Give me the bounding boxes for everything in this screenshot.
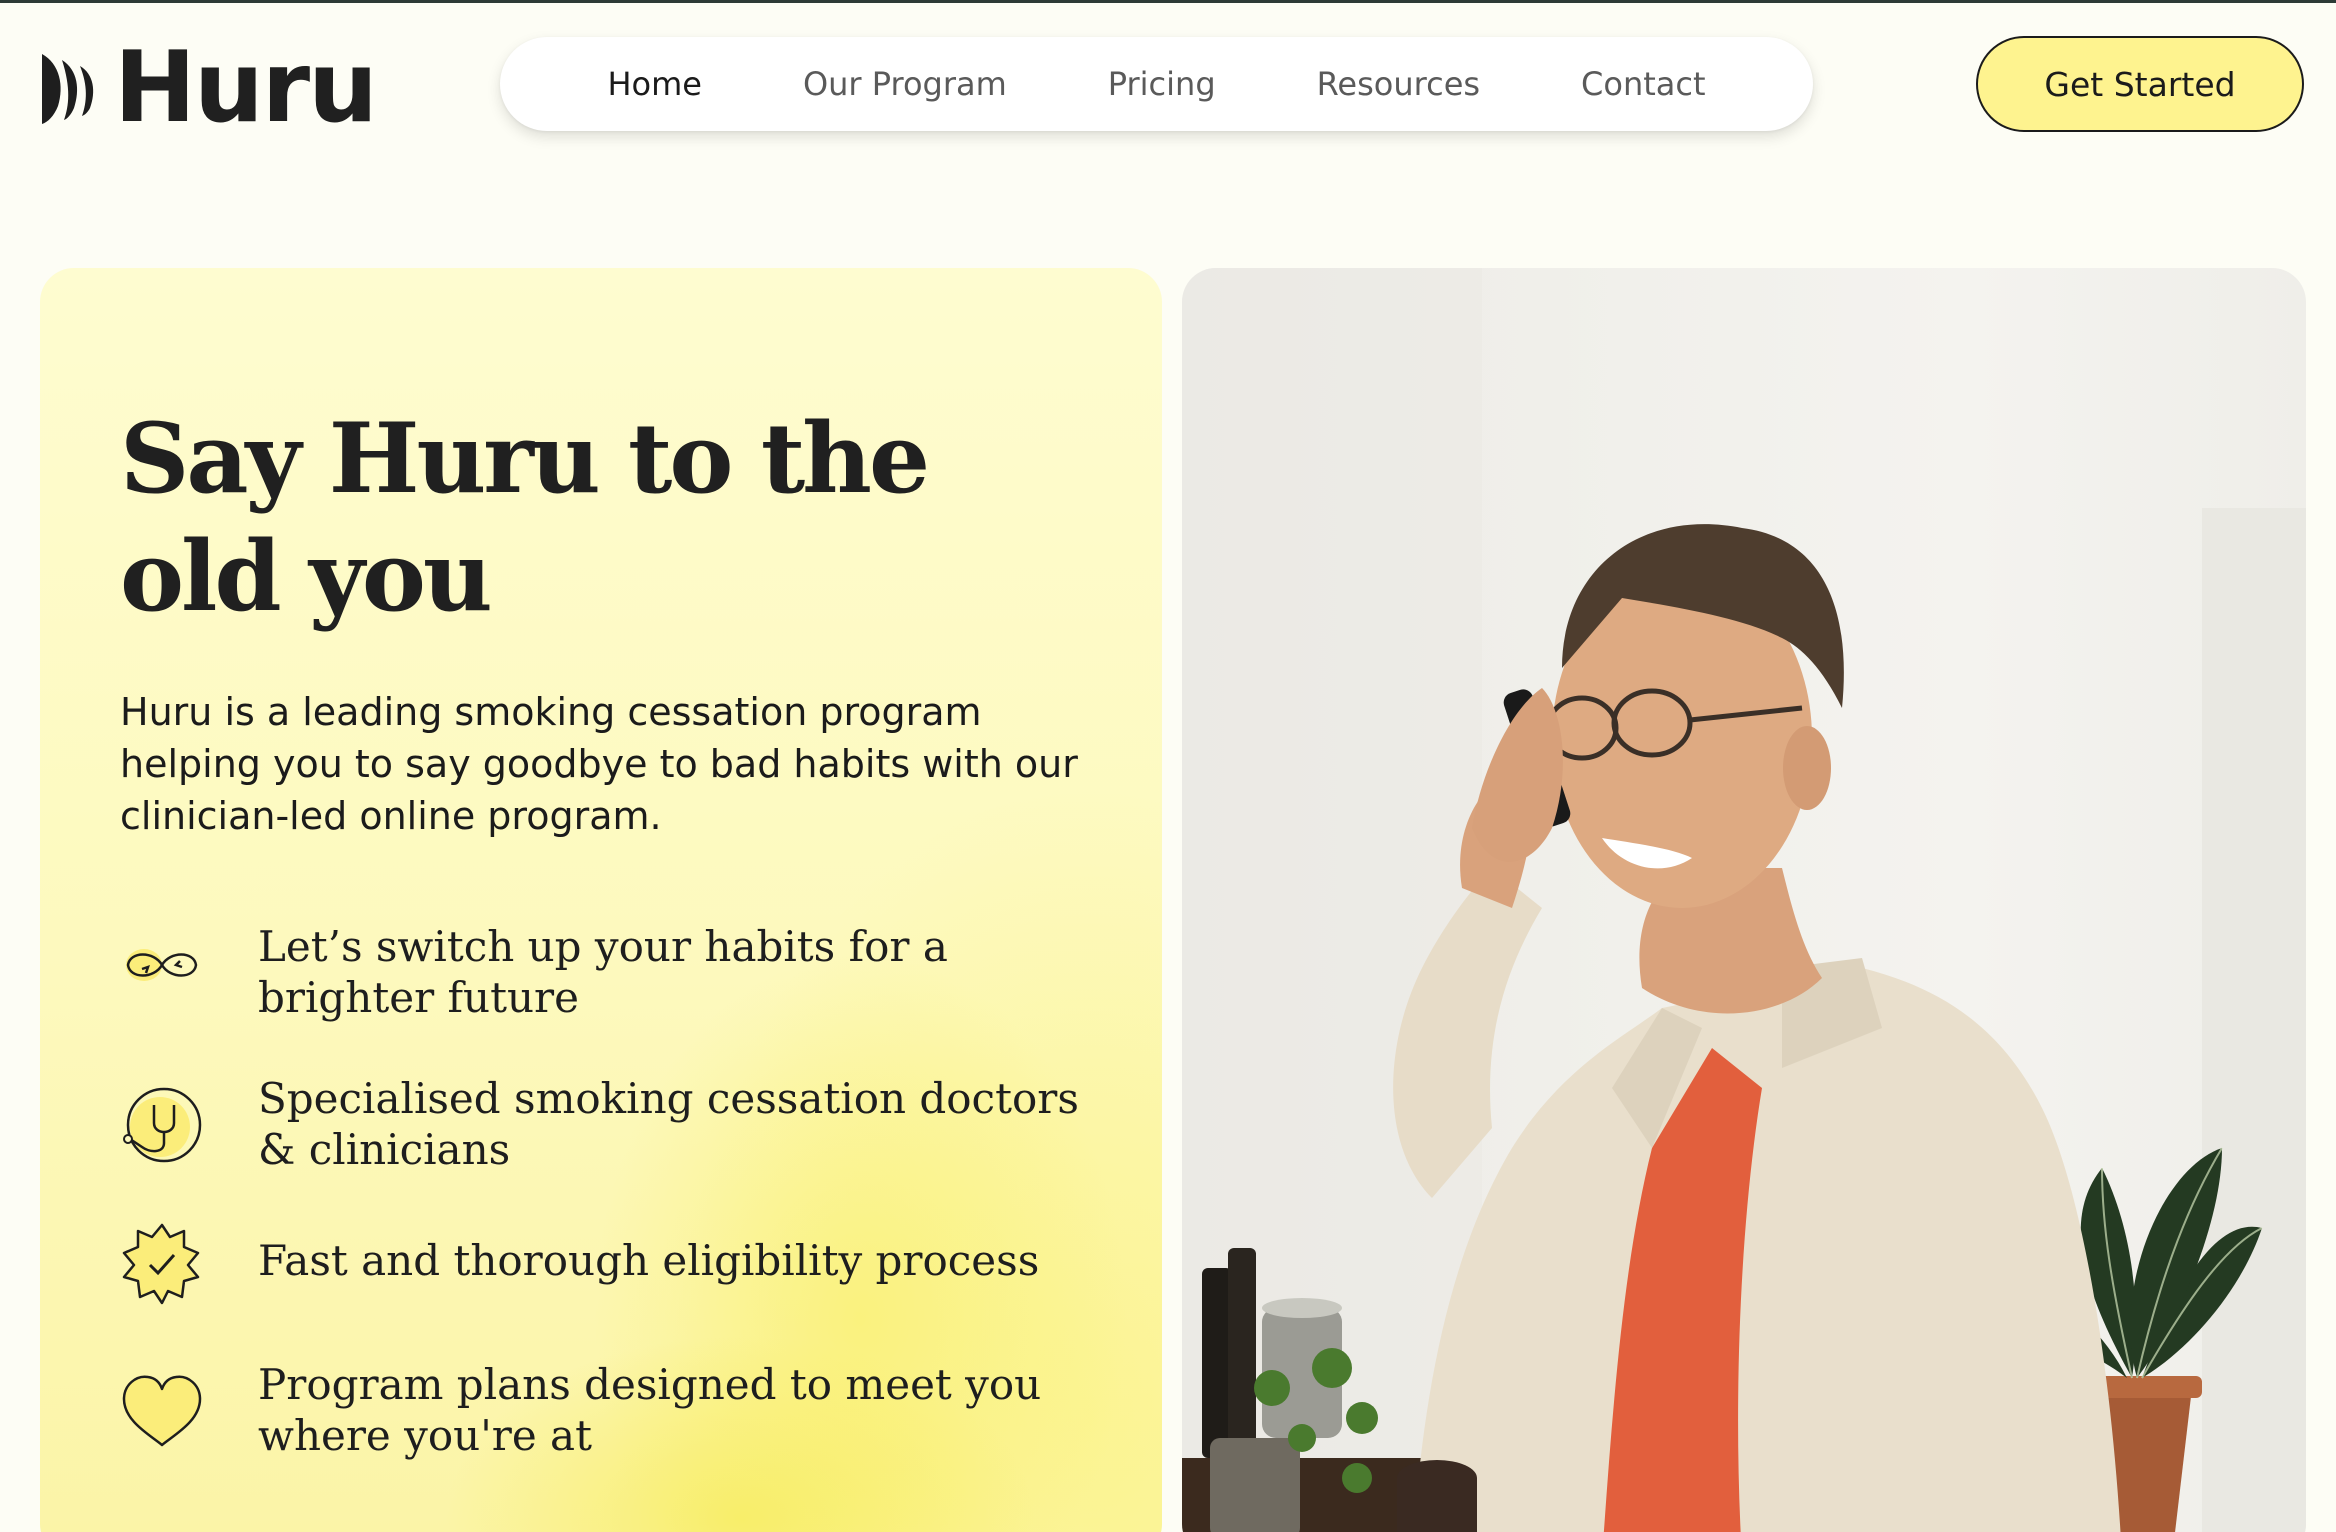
feature-text: Specialised smoking cessation doctors & …: [258, 1074, 1079, 1174]
feature-text: Program plans designed to meet you where…: [258, 1360, 1042, 1460]
main-nav: Home Our Program Pricing Resources Conta…: [500, 37, 1813, 131]
nav-item-our-program[interactable]: Our Program: [803, 65, 1007, 103]
feature-item: Fast and thorough eligibility process: [120, 1223, 1120, 1373]
hero-card: Say Huru to the old you Huru is a leadin…: [40, 268, 1162, 1532]
hero-title: Say Huru to the old you: [120, 402, 930, 633]
feature-item: Specialised smoking cessation doctors & …: [120, 1073, 1120, 1223]
infinity-arrows-icon: [126, 949, 198, 981]
nav-item-contact[interactable]: Contact: [1581, 65, 1706, 103]
heart-icon: [122, 1375, 202, 1447]
brand-name: Huru: [114, 31, 378, 145]
get-started-button[interactable]: Get Started: [1976, 36, 2304, 132]
stethoscope-icon: [123, 1087, 202, 1163]
hero-image: [1182, 268, 2306, 1532]
feature-text: Let’s switch up your habits for a bright…: [258, 922, 948, 1022]
nav-item-resources[interactable]: Resources: [1317, 65, 1480, 103]
nav-item-home[interactable]: Home: [607, 65, 702, 103]
brand-logo[interactable]: Huru: [38, 31, 378, 145]
huru-wave-mark-icon: [42, 54, 94, 124]
feature-item: Let’s switch up your habits for a bright…: [120, 922, 1120, 1073]
feature-list: Let’s switch up your habits for a bright…: [120, 922, 1120, 1523]
man-on-phone-illustration: [1182, 268, 2306, 1532]
feature-text: Fast and thorough eligibility process: [258, 1236, 1040, 1285]
feature-item: Program plans designed to meet you where…: [120, 1360, 1120, 1523]
hero-description: Huru is a leading smoking cessation prog…: [120, 690, 1078, 838]
nav-item-pricing[interactable]: Pricing: [1108, 65, 1216, 103]
badge-check-icon: [122, 1223, 200, 1305]
